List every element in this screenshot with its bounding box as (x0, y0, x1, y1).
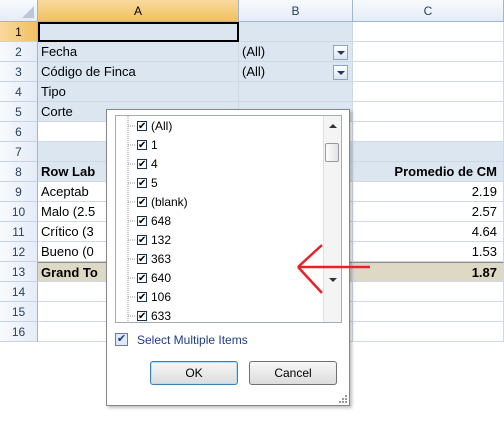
cell-c6[interactable] (353, 122, 504, 142)
filter-item-label: 363 (151, 252, 172, 266)
filter-item-label: 640 (151, 271, 172, 285)
select-multiple-checkbox-icon[interactable]: ✔ (115, 333, 128, 346)
cell-c2[interactable] (353, 42, 504, 62)
filter-item-label: 648 (151, 214, 172, 228)
red-arrow-annotation-icon (297, 244, 370, 294)
ok-button[interactable]: OK (150, 361, 238, 385)
filter-item-label: 5 (151, 176, 158, 190)
filter-label-tipo[interactable]: Tipo (38, 82, 239, 102)
column-header-c[interactable]: C (353, 0, 504, 22)
cell-c3[interactable] (353, 62, 504, 82)
row-header[interactable]: 3 (0, 62, 38, 82)
scrollbar-thumb[interactable] (325, 143, 339, 162)
checkbox-checked-icon[interactable]: ✔ (137, 216, 147, 227)
row-header[interactable]: 2 (0, 42, 38, 62)
checkbox-checked-icon[interactable]: ✔ (137, 178, 147, 189)
filter-label-codigo-finca[interactable]: Código de Finca (38, 62, 239, 82)
row-header[interactable]: 6 (0, 122, 38, 142)
row-header[interactable]: 11 (0, 222, 38, 242)
cell-b1[interactable] (239, 22, 353, 42)
checkbox-checked-icon[interactable]: ✔ (137, 273, 147, 284)
cell-c4[interactable] (353, 82, 504, 102)
checkbox-checked-icon[interactable]: ✔ (137, 140, 147, 151)
pivot-grand-total-value[interactable]: 1.87 (353, 262, 504, 282)
filter-value-tipo[interactable] (239, 82, 353, 102)
filter-label-fecha[interactable]: Fecha (38, 42, 239, 62)
select-multiple-items-label: Select Multiple Items (137, 333, 248, 347)
checkbox-checked-icon[interactable]: ✔ (137, 159, 147, 170)
row-header[interactable]: 1 (0, 22, 38, 42)
filter-dropdown-fecha[interactable] (333, 45, 348, 60)
filter-item-label: 633 (151, 309, 172, 323)
cell-c16[interactable] (353, 322, 504, 342)
pivot-row-value[interactable]: 2.19 (353, 182, 504, 202)
filter-item-label: (All) (151, 119, 173, 133)
resize-grip-icon[interactable] (339, 395, 347, 403)
row-header[interactable]: 5 (0, 102, 38, 122)
row-header[interactable]: 16 (0, 322, 38, 342)
pivot-row-value[interactable]: 1.53 (353, 242, 504, 262)
checkbox-checked-icon[interactable]: ✔ (137, 254, 147, 265)
row-header[interactable]: 10 (0, 202, 38, 222)
row-header[interactable]: 9 (0, 182, 38, 202)
pivot-row-value[interactable]: 2.57 (353, 202, 504, 222)
cell-c15[interactable] (353, 302, 504, 322)
filter-item-label: 132 (151, 233, 172, 247)
pivot-row-value[interactable]: 4.64 (353, 222, 504, 242)
checkbox-checked-icon[interactable]: ✔ (137, 197, 147, 208)
filter-item-label: (blank) (151, 195, 188, 209)
active-cell-outline (38, 22, 239, 42)
row-header[interactable]: 14 (0, 282, 38, 302)
column-header-b[interactable]: B (239, 0, 353, 22)
row-header[interactable]: 4 (0, 82, 38, 102)
scroll-up-arrow-icon[interactable] (324, 118, 341, 135)
cell-c5[interactable] (353, 102, 504, 122)
row-header[interactable]: 7 (0, 142, 38, 162)
row-header[interactable]: 12 (0, 242, 38, 262)
column-header-a[interactable]: A (38, 0, 239, 22)
checkbox-checked-icon[interactable]: ✔ (137, 311, 147, 322)
row-header[interactable]: 8 (0, 162, 38, 182)
filter-item-label: 106 (151, 290, 172, 304)
checkbox-checked-icon[interactable]: ✔ (137, 121, 147, 132)
checkbox-checked-icon[interactable]: ✔ (137, 235, 147, 246)
filter-dropdown-codigo-finca[interactable] (333, 65, 348, 80)
row-header[interactable]: 15 (0, 302, 38, 322)
cell-c1[interactable] (353, 22, 504, 42)
row-header[interactable]: 13 (0, 262, 38, 282)
select-all-corner[interactable] (0, 0, 38, 22)
filter-item-label: 4 (151, 157, 158, 171)
cancel-button[interactable]: Cancel (249, 361, 337, 385)
cell-c14[interactable] (353, 282, 504, 302)
checkbox-checked-icon[interactable]: ✔ (137, 292, 147, 303)
filter-item-label: 1 (151, 138, 158, 152)
cell-c7[interactable] (353, 142, 504, 162)
pivot-value-header[interactable]: Promedio de CM (353, 162, 504, 182)
